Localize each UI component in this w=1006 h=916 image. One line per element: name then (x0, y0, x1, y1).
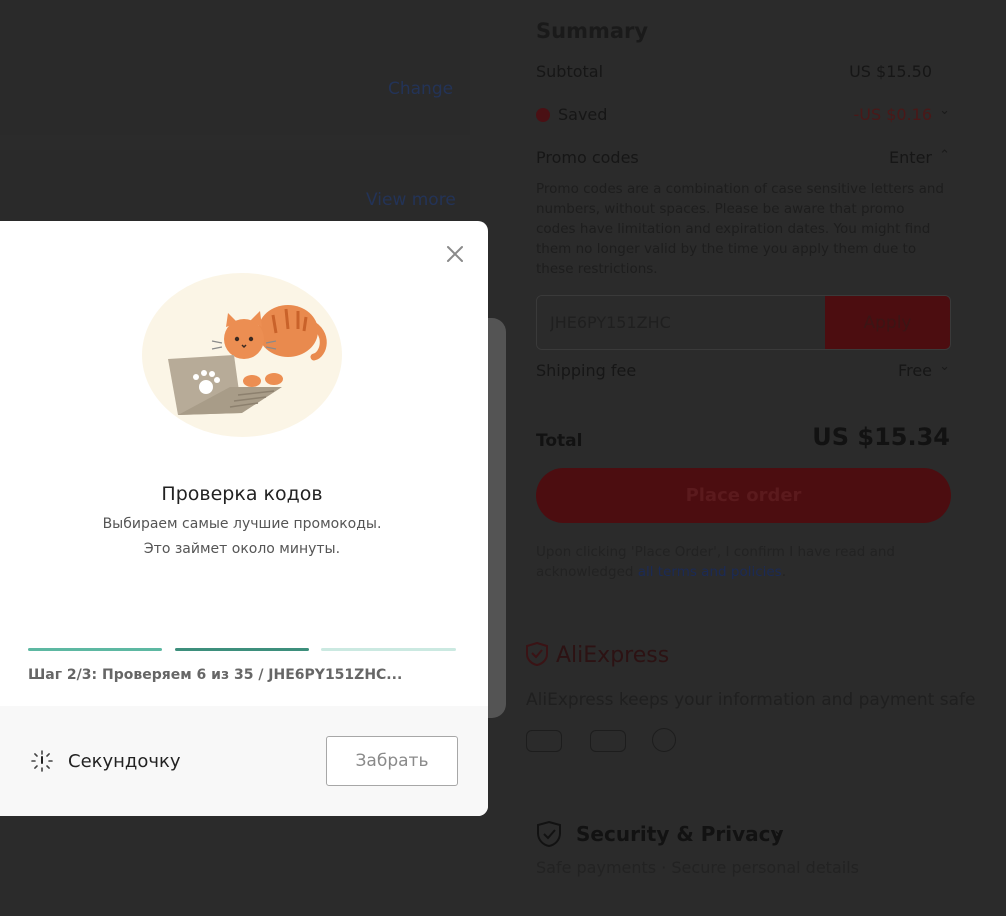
promo-check-modal: Проверка кодов Выбираем самые лучшие про… (0, 221, 488, 816)
change-address-link[interactable]: Change (388, 79, 453, 99)
chevron-down-icon[interactable]: ⌄ (939, 103, 950, 118)
aliexpress-logo: AliExpress (526, 642, 669, 670)
waiting-label: Секундочку (68, 751, 181, 772)
security-privacy-row[interactable]: Security & Privacy › (536, 820, 976, 850)
view-more-link[interactable]: View more (366, 190, 456, 210)
brand-name: AliExpress (556, 643, 670, 668)
security-title: Security & Privacy (576, 822, 784, 846)
shipping-value: Free (898, 361, 932, 380)
apply-button[interactable]: Apply (825, 296, 950, 349)
promo-code-input[interactable] (537, 296, 826, 349)
coin-icon (536, 108, 550, 122)
summary-card: Summary Subtotal US $15.50 Saved -US $0.… (510, 0, 980, 612)
modal-subtitle-line1: Выбираем самые лучшие промокоды. (102, 516, 382, 532)
security-subtitle: Safe payments · Secure personal details (536, 858, 859, 877)
address-card: Change (0, 0, 470, 135)
progress-step-3 (321, 648, 456, 651)
terms-link[interactable]: all terms and policies (638, 564, 782, 580)
total-label: Total (536, 431, 583, 451)
security-badge-icon (526, 730, 562, 752)
loading-spinner-icon (31, 750, 53, 772)
trust-tagline: AliExpress keeps your information and pa… (526, 690, 976, 710)
cat-laptop-illustration (142, 273, 342, 437)
shield-icon (526, 642, 548, 666)
total-row: Total US $15.34 (536, 423, 950, 455)
modal-title: Проверка кодов (161, 483, 323, 505)
saved-value: -US $0.16 (853, 105, 932, 124)
modal-footer: Секундочку Забрать (0, 706, 488, 816)
shipping-label: Shipping fee (536, 361, 637, 380)
progress-step-2 (175, 648, 309, 651)
trust-card: AliExpress AliExpress keeps your informa… (510, 622, 1006, 792)
promo-description: Promo codes are a combination of case se… (536, 181, 944, 277)
saved-label: Saved (558, 105, 608, 124)
close-icon[interactable] (443, 242, 467, 266)
summary-column: Summary Subtotal US $15.50 Saved -US $0.… (510, 0, 1006, 916)
subtotal-value: US $15.50 (849, 62, 932, 81)
subtotal-row: Subtotal US $15.50 (536, 62, 950, 86)
promo-code-form: Apply (536, 295, 951, 350)
subtotal-label: Subtotal (536, 62, 604, 81)
progress-step-1 (28, 648, 162, 651)
total-value: US $15.34 (812, 423, 950, 451)
place-order-button[interactable]: Place order (536, 468, 951, 523)
terms-text: Upon clicking 'Place Order', I confirm I… (536, 542, 936, 582)
promo-codes-label: Promo codes (536, 148, 639, 167)
promo-enter-label[interactable]: Enter (889, 148, 932, 167)
chevron-down-icon[interactable]: ⌄ (939, 359, 950, 374)
modal-subtitle-line2: Это займет около минуты. (143, 541, 341, 557)
saved-row[interactable]: Saved -US $0.16 ⌄ (536, 103, 950, 129)
claim-button[interactable]: Забрать (326, 736, 458, 786)
summary-title: Summary (536, 19, 649, 43)
progress-status-text: Шаг 2/3: Проверяем 6 из 35 / JHE6PY151ZH… (28, 667, 403, 683)
chevron-right-icon[interactable]: › (774, 824, 781, 845)
shield-check-icon (537, 820, 561, 848)
shipping-row[interactable]: Shipping fee Free ⌄ (536, 359, 950, 385)
certificate-badge-icon (652, 728, 676, 752)
terms-suffix: . (781, 564, 787, 580)
verified-badge-icon (590, 730, 626, 752)
chevron-up-icon[interactable]: ⌃ (939, 148, 950, 163)
promo-codes-row[interactable]: Promo codes Enter ⌃ (536, 148, 950, 172)
